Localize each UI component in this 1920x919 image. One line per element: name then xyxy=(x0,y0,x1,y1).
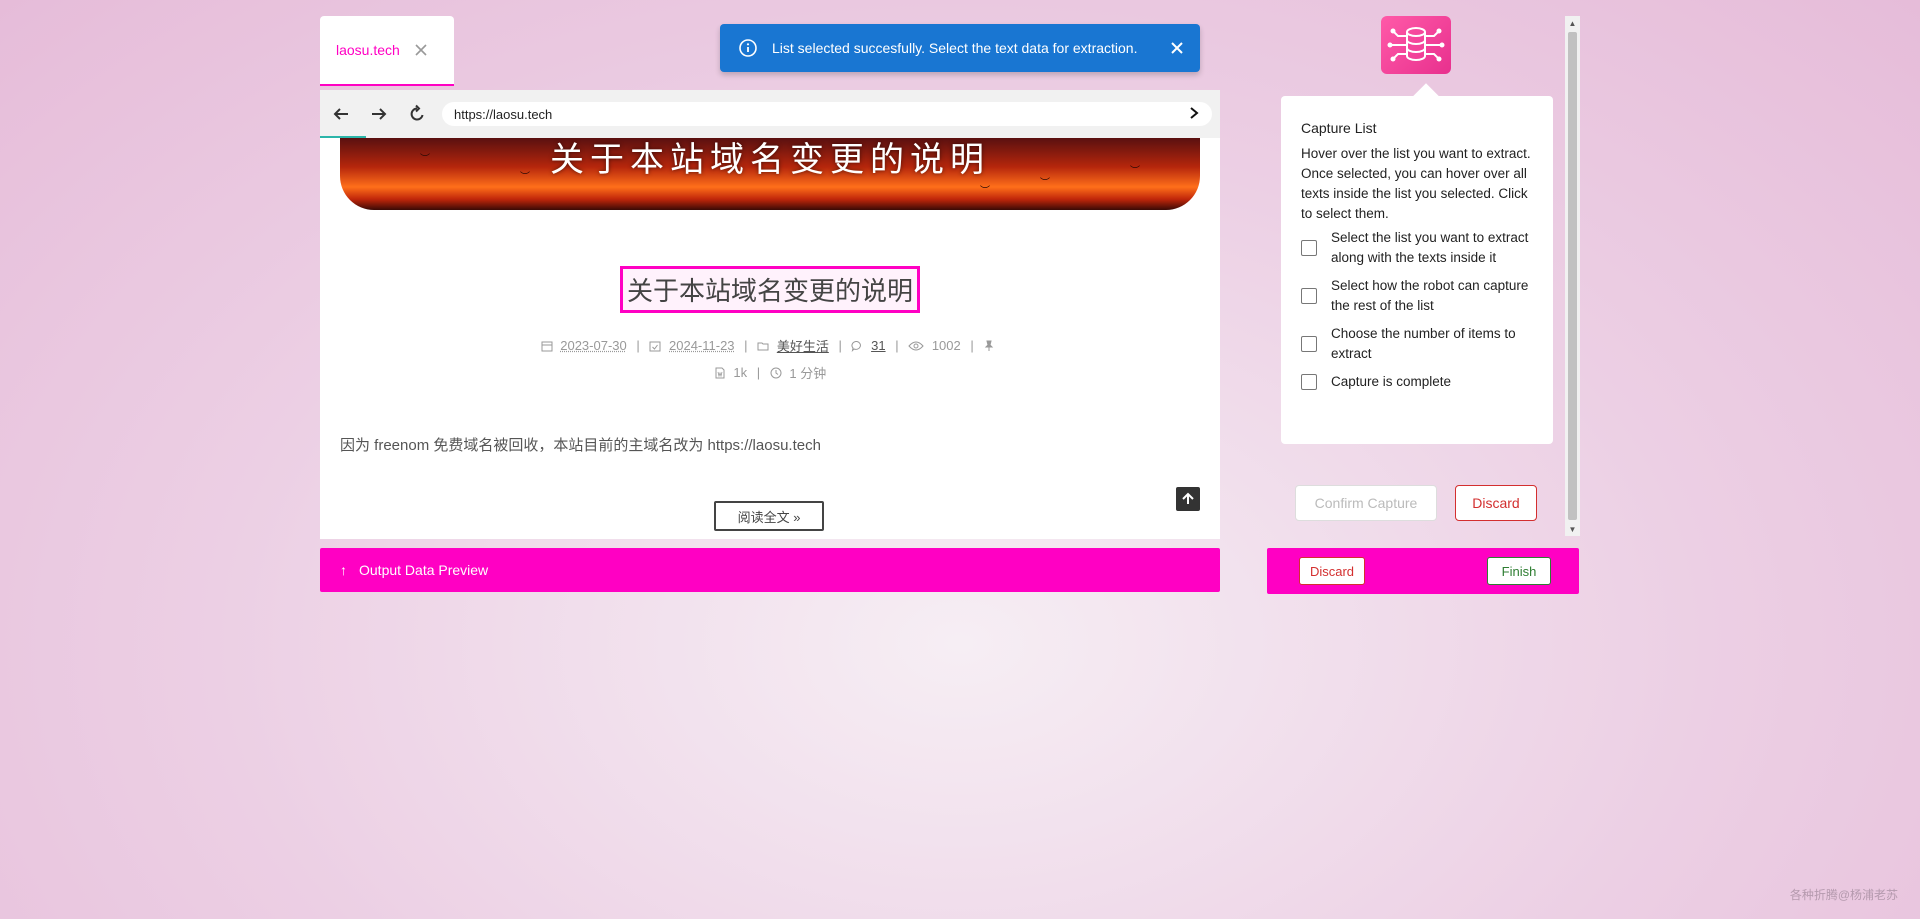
tab-label: laosu.tech xyxy=(336,42,400,58)
step-checkbox[interactable] xyxy=(1301,240,1317,256)
url-input[interactable]: https://laosu.tech xyxy=(442,102,1212,126)
step-checkbox[interactable] xyxy=(1301,374,1317,390)
watermark: 各种折腾@杨浦老苏 xyxy=(1789,888,1898,902)
bird-decoration: ︶ xyxy=(520,172,530,183)
post-meta-row: 2023-07-30 | 2024-11-23 | 美好生活 | 31 | 10… xyxy=(320,336,1220,355)
go-chevron-icon[interactable] xyxy=(1188,106,1200,122)
post-title-highlighted[interactable]: 关于本站域名变更的说明 xyxy=(619,266,920,313)
step-label: Select the list you want to extract alon… xyxy=(1331,230,1529,265)
scroll-down-arrow-icon[interactable]: ▼ xyxy=(1565,522,1580,536)
step-item[interactable]: Capture is complete xyxy=(1301,372,1541,392)
capture-list-title: Capture List xyxy=(1301,120,1377,136)
bird-decoration: ︶ xyxy=(980,186,990,197)
forward-button[interactable] xyxy=(360,95,398,133)
category-link[interactable]: 美好生活 xyxy=(777,339,829,354)
post-excerpt: 因为 freenom 免费域名被回收，本站目前的主域名改为 https://la… xyxy=(340,437,821,454)
capture-steps: Select the list you want to extract alon… xyxy=(1301,228,1541,400)
bird-decoration: ︶ xyxy=(1130,166,1140,177)
file-word-icon xyxy=(714,367,726,379)
back-button[interactable] xyxy=(322,95,360,133)
scroll-up-arrow-icon[interactable]: ▲ xyxy=(1565,16,1580,30)
step-checkbox[interactable] xyxy=(1301,336,1317,352)
close-tab-icon[interactable] xyxy=(412,41,430,59)
discard-capture-button[interactable]: Discard xyxy=(1455,485,1537,521)
post-banner-image: 关于本站域名变更的说明 ︶ ︶ ︶ ︶ ︶ xyxy=(340,138,1200,210)
clock-icon xyxy=(770,367,782,379)
output-data-preview-bar[interactable]: ↑ Output Data Preview xyxy=(320,548,1220,592)
card-pointer xyxy=(1413,83,1439,109)
close-icon[interactable] xyxy=(1168,39,1186,57)
reload-icon xyxy=(410,104,424,121)
scroll-thumb[interactable] xyxy=(1568,32,1577,520)
browser-tab[interactable]: laosu.tech xyxy=(320,16,454,86)
updated-date: 2024-11-23 xyxy=(669,338,735,353)
back-to-top-button[interactable] xyxy=(1176,487,1200,511)
comment-icon xyxy=(851,340,863,352)
capture-list-card: Capture List Hover over the list you wan… xyxy=(1281,83,1553,444)
panel-scrollbar[interactable]: ▲ ▼ xyxy=(1565,16,1580,536)
arrow-right-icon xyxy=(372,108,387,120)
arrow-up-icon: ↑ xyxy=(340,562,347,578)
word-count: 1k xyxy=(733,365,748,380)
read-time: 1 分钟 xyxy=(789,366,827,381)
page-viewport: 关于本站域名变更的说明 ︶ ︶ ︶ ︶ ︶ 关于本站域名变更的说明 2023-0… xyxy=(320,138,1220,539)
banner-title: 关于本站域名变更的说明 xyxy=(550,140,990,180)
meta-separator: | xyxy=(756,365,761,380)
calendar-icon xyxy=(541,340,553,352)
confirm-capture-button[interactable]: Confirm Capture xyxy=(1295,485,1437,521)
pin-icon xyxy=(983,340,995,352)
capture-side-panel: Capture List Hover over the list you wan… xyxy=(1268,16,1580,536)
output-preview-label: Output Data Preview xyxy=(359,562,489,578)
folder-icon xyxy=(757,340,769,352)
step-label: Choose the number of items to extract xyxy=(1331,326,1516,361)
arrow-left-icon xyxy=(333,108,348,120)
step-checkbox[interactable] xyxy=(1301,288,1317,304)
browser-panel: laosu.tech https://laosu.tech 关于本站域名变更的说… xyxy=(320,16,1220,539)
bird-decoration: ︶ xyxy=(420,154,430,165)
meta-separator: | xyxy=(895,338,899,353)
success-toast: List selected succesfully. Select the te… xyxy=(720,24,1200,72)
discard-button[interactable]: Discard xyxy=(1299,557,1365,585)
database-robot-icon xyxy=(1381,16,1451,74)
url-text: https://laosu.tech xyxy=(454,106,553,122)
bird-decoration: ︶ xyxy=(1040,178,1050,189)
step-item[interactable]: Choose the number of items to extract xyxy=(1301,324,1541,364)
info-icon xyxy=(738,38,758,58)
post-meta-row-2: 1k | 1 分钟 xyxy=(320,363,1220,382)
post-title-row: 关于本站域名变更的说明 xyxy=(320,266,1220,313)
read-more-button[interactable]: 阅读全文 » xyxy=(714,501,824,531)
step-label: Select how the robot can capture the res… xyxy=(1331,278,1529,313)
eye-icon xyxy=(908,340,924,352)
arrow-up-icon xyxy=(1182,492,1194,504)
step-label: Capture is complete xyxy=(1331,374,1452,389)
view-count: 1002 xyxy=(931,338,961,353)
step-item[interactable]: Select the list you want to extract alon… xyxy=(1301,228,1541,268)
meta-separator: | xyxy=(970,338,974,353)
meta-separator: | xyxy=(744,338,748,353)
recording-footer-bar: Discard Finish xyxy=(1267,548,1579,594)
step-item[interactable]: Select how the robot can capture the res… xyxy=(1301,276,1541,316)
finish-button[interactable]: Finish xyxy=(1487,557,1551,585)
meta-separator: | xyxy=(636,338,640,353)
calendar-check-icon xyxy=(649,340,661,352)
reload-button[interactable] xyxy=(398,95,436,133)
meta-separator: | xyxy=(838,338,842,353)
comment-count-link[interactable]: 31 xyxy=(871,338,885,353)
published-date: 2023-07-30 xyxy=(560,338,627,353)
address-bar: https://laosu.tech xyxy=(320,90,1220,138)
toast-message: List selected succesfully. Select the te… xyxy=(772,40,1138,56)
capture-list-description: Hover over the list you want to extract.… xyxy=(1301,146,1531,221)
